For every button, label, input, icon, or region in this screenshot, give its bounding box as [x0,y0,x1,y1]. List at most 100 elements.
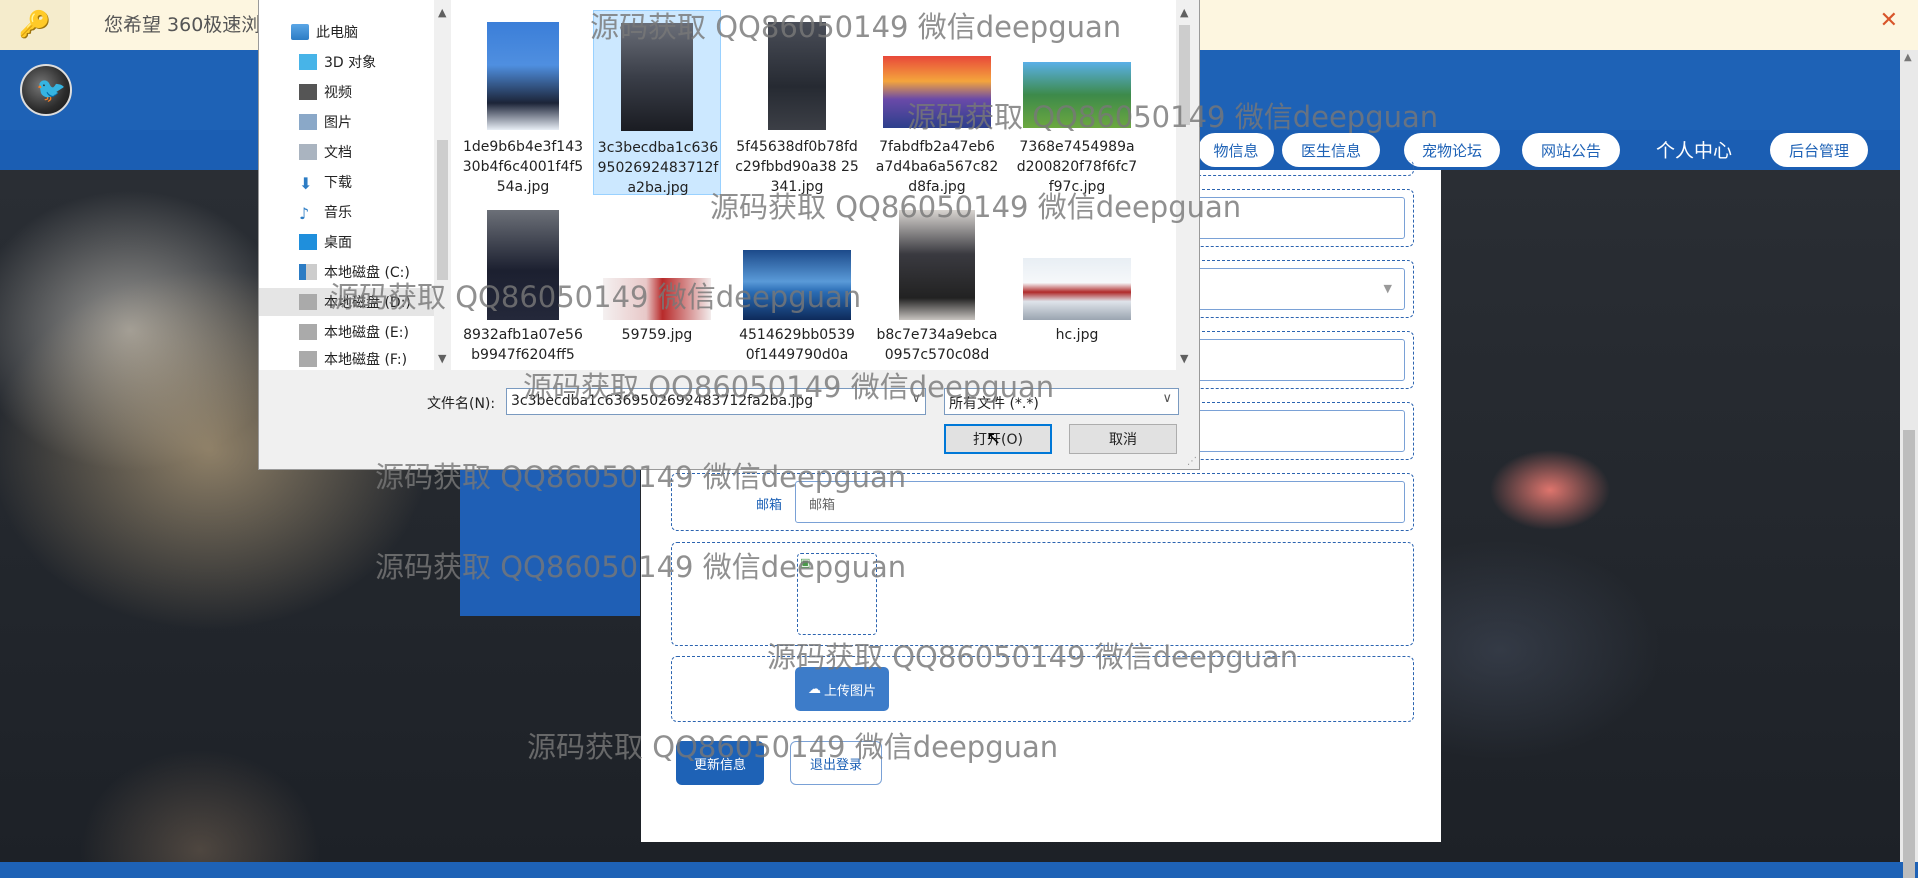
file-thumbnail [1023,62,1131,128]
filename-input[interactable]: 3c3becdba1c6369502692483712fa2ba.jpg ∨ [506,388,926,415]
filetype-select[interactable]: 所有文件 (*.*) ∨ [944,388,1179,415]
tree-item-label: 文档 [324,145,352,161]
file-name: 7368e7454989ad200820f78f6fc7f97c.jpg [1016,139,1138,195]
page-scroll-thumb[interactable] [1903,430,1915,878]
form-row-email: 邮箱 邮箱 [671,473,1414,531]
file-item-selected[interactable]: 3c3becdba1c6369502692483712fa2ba.jpg [593,10,721,196]
file-thumbnail [899,210,975,320]
upload-image-label: 上传图片 [823,683,876,699]
page-scrollbar[interactable]: ▲ [1900,50,1918,878]
tree-item-documents[interactable]: 文档 [259,138,434,166]
file-item[interactable]: 8932afb1a07e56b9947f6204ff5 [459,200,587,370]
file-item[interactable]: 4514629bb05390f1449790d0a [733,200,861,370]
drive-icon [299,351,317,367]
download-icon: ⬇ [299,174,313,193]
close-icon[interactable]: ✕ [1880,8,1898,33]
folder-tree-scrollbar[interactable]: ▲ ▼ [434,0,451,370]
tree-item-music[interactable]: ♪ 音乐 [259,198,434,226]
nav-pet-forum[interactable]: 宠物论坛 [1404,133,1500,167]
tree-item-downloads[interactable]: ⬇ 下载 [259,168,434,196]
file-thumbnail [1023,258,1131,320]
logout-button[interactable]: 退出登录 [790,741,882,785]
cube-icon [299,54,317,70]
drive-icon [299,264,317,280]
tree-item-label: 桌面 [324,235,352,251]
nav-admin[interactable]: 后台管理 [1770,133,1868,167]
tree-item-label: 此电脑 [316,25,358,41]
scroll-up-icon[interactable]: ▲ [1904,52,1912,63]
file-name: hc.jpg [1055,327,1099,343]
tree-item-drive-e[interactable]: 本地磁盘 (E:) [259,318,434,346]
file-thumbnail [883,56,991,128]
file-thumbnail [487,22,559,130]
file-item[interactable]: 1de9b6b4e3f14330b4f6c4001f4f554a.jpg [459,10,587,195]
file-thumbnail [603,278,711,320]
update-info-button[interactable]: 更新信息 [676,741,764,785]
file-name: 8932afb1a07e56b9947f6204ff5 [463,327,583,363]
folder-tree-scroll-thumb[interactable] [437,140,448,280]
file-thumbnail [768,22,826,130]
image-preview: ▣ [797,553,877,635]
broken-image-icon: ▣ [800,556,811,569]
scroll-down-icon[interactable]: ▼ [1180,352,1188,365]
tree-item-this-pc[interactable]: 此电脑 [259,18,434,46]
music-icon: ♪ [299,204,310,223]
picture-icon [299,114,317,130]
file-open-dialog: 此电脑 3D 对象 视频 图片 文档 ⬇ 下载 ♪ 音乐 桌面 本地磁盘 (C:… [258,0,1200,470]
file-name: 59759.jpg [621,327,693,343]
form-row-image: ▣ [671,542,1414,646]
cloud-upload-icon: ☁ [807,681,821,697]
scroll-down-icon[interactable]: ▼ [438,352,446,365]
email-label: 邮箱 [755,498,782,513]
chevron-down-icon[interactable]: ∨ [911,391,921,406]
tree-item-label: 本地磁盘 (D:) [324,295,411,311]
video-icon [299,84,317,100]
tree-item-label: 本地磁盘 (C:) [324,265,410,281]
tree-item-drive-d[interactable]: 本地磁盘 (D:) [259,288,434,316]
file-name: 3c3becdba1c6369502692483712fa2ba.jpg [597,140,719,196]
scroll-up-icon[interactable]: ▲ [1180,6,1188,19]
scroll-up-icon[interactable]: ▲ [438,6,446,19]
file-item[interactable]: b8c7e734a9ebca0957c570c08d [873,200,1001,370]
drive-icon [299,294,317,310]
email-field[interactable]: 邮箱 [795,481,1405,523]
nav-announcements[interactable]: 网站公告 [1522,133,1620,167]
tree-item-drive-c[interactable]: 本地磁盘 (C:) [259,258,434,286]
file-item[interactable]: 7368e7454989ad200820f78f6fc7f97c.jpg [1013,10,1141,195]
chevron-down-icon[interactable]: ∨ [1162,391,1172,406]
filetype-value: 所有文件 (*.*) [949,396,1039,412]
tree-item-label: 本地磁盘 (E:) [324,325,409,341]
nav-personal-center[interactable]: 个人中心 [1656,136,1732,163]
upload-image-button[interactable]: ☁ 上传图片 [795,667,889,711]
drive-icon [299,324,317,340]
tree-item-label: 音乐 [324,205,352,221]
notice-text: 您希望 360极速浏 [104,14,261,36]
file-item[interactable]: 5f45638df0b78fdc29fbbd90a38 25341.jpg [733,10,861,195]
file-item[interactable]: 59759.jpg [593,200,721,370]
file-list-scrollbar[interactable]: ▲ ▼ [1176,0,1193,370]
file-item[interactable]: 7fabdfb2a47eb6a7d4ba6a567c82d8fa.jpg [873,10,1001,195]
file-list-scroll-thumb[interactable] [1179,25,1190,125]
cancel-button[interactable]: 取消 [1069,424,1177,454]
tree-item-label: 图片 [324,115,352,131]
tree-item-label: 本地磁盘 (F:) [324,352,408,368]
mouse-cursor-icon: ↖ [986,428,1002,449]
tree-item-desktop[interactable]: 桌面 [259,228,434,256]
file-thumbnail [487,210,559,320]
key-icon: 🔑 [0,0,70,50]
tree-item-pictures[interactable]: 图片 [259,108,434,136]
filename-label: 文件名(N): [427,396,496,412]
file-list[interactable]: 1de9b6b4e3f14330b4f6c4001f4f554a.jpg 3c3… [451,0,1176,370]
tree-item-videos[interactable]: 视频 [259,78,434,106]
footer-bar [0,862,1918,878]
file-item[interactable]: hc.jpg [1013,200,1141,370]
site-logo[interactable]: 🐦 [20,64,72,116]
tree-item-drive-f[interactable]: 本地磁盘 (F:) [259,348,434,370]
file-thumbnail [621,23,693,131]
resize-grip-icon[interactable]: ⋰ [1187,456,1197,467]
tree-item-label: 下载 [324,175,352,191]
folder-tree[interactable]: 此电脑 3D 对象 视频 图片 文档 ⬇ 下载 ♪ 音乐 桌面 本地磁盘 (C:… [259,0,434,370]
form-row-upload: ☁ 上传图片 [671,656,1414,722]
tree-item-3d-objects[interactable]: 3D 对象 [259,48,434,76]
file-name: 5f45638df0b78fdc29fbbd90a38 25341.jpg [735,139,859,195]
